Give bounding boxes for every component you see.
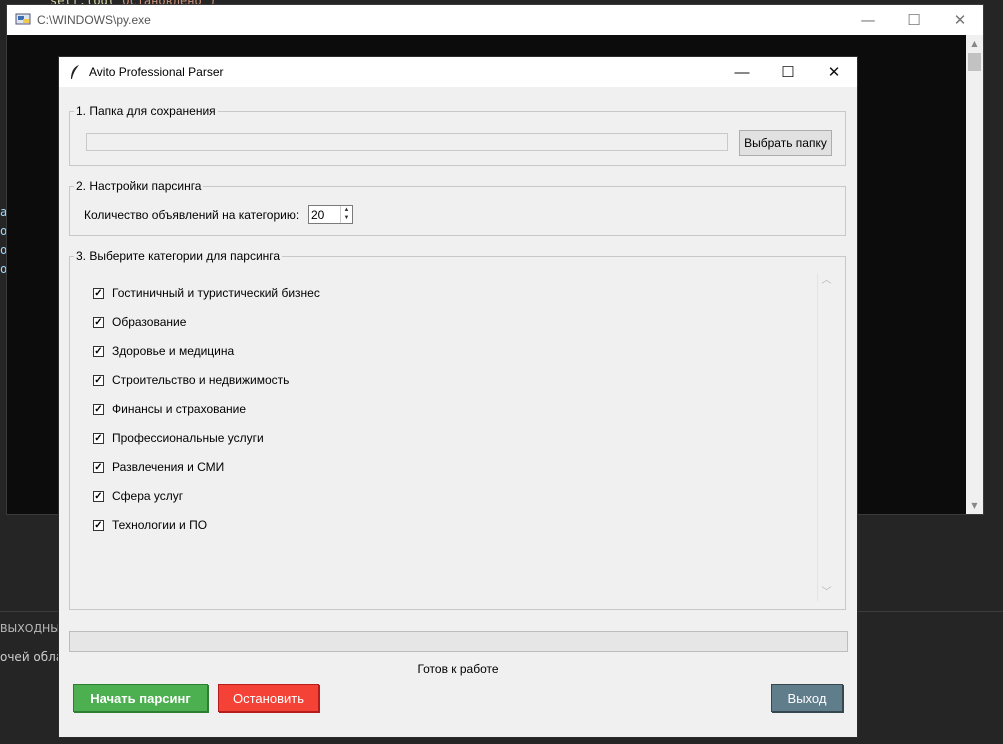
stop-button[interactable]: Остановить [218, 684, 319, 712]
minimize-icon: — [860, 11, 876, 29]
start-parsing-button[interactable]: Начать парсинг [73, 684, 208, 712]
minimize-icon: — [734, 63, 750, 81]
spin-up-icon[interactable]: ▲ [341, 206, 352, 214]
category-item[interactable]: ✓ Технологии и ПО [93, 518, 207, 532]
console-close-button[interactable]: ✕ [937, 5, 983, 35]
category-checkbox[interactable]: ✓ [93, 403, 104, 415]
category-checkbox[interactable]: ✓ [93, 316, 104, 328]
category-label[interactable]: Сфера услуг [112, 489, 183, 503]
close-icon: ✕ [953, 11, 967, 29]
category-item[interactable]: ✓ Образование [93, 315, 186, 329]
status-text: Готов к работе [417, 662, 499, 676]
maximize-icon: ☐ [907, 11, 921, 29]
output-panel-text: очей области [0, 650, 58, 664]
output-panel-title[interactable]: ВЫХОДНЫЕ ДАННЫЕ [0, 622, 58, 635]
settings-section: 2. Настройки парсинга Количество объявле… [69, 179, 846, 236]
category-item[interactable]: ✓ Сфера услуг [93, 489, 183, 503]
category-item[interactable]: ✓ Финансы и страхование [93, 402, 246, 416]
scroll-thumb[interactable] [968, 53, 981, 71]
close-button[interactable]: ✕ [811, 57, 857, 87]
category-label[interactable]: Развлечения и СМИ [112, 460, 224, 474]
browse-folder-button[interactable]: Выбрать папку [739, 130, 832, 156]
chevron-down-icon[interactable]: ﹀ [818, 585, 835, 601]
console-maximize-button[interactable]: ☐ [891, 5, 937, 35]
category-item[interactable]: ✓ Развлечения и СМИ [93, 460, 224, 474]
category-checkbox[interactable]: ✓ [93, 374, 104, 386]
progress-bar [69, 631, 848, 652]
settings-section-legend: 2. Настройки парсинга [74, 179, 204, 193]
parser-window: Avito Professional Parser — ☐ ✕ 1. Папка… [58, 56, 858, 738]
folder-path-input[interactable] [86, 133, 728, 151]
console-scrollbar[interactable]: ▲ ▼ [966, 35, 983, 514]
count-label: Количество объявлений на категорию: [84, 208, 300, 222]
category-label[interactable]: Здоровье и медицина [112, 344, 234, 358]
category-item[interactable]: ✓ Строительство и недвижимость [93, 373, 289, 387]
category-list: ✓ Гостиничный и туристический бизнес ✓ Обра… [70, 257, 845, 609]
category-label[interactable]: Образование [112, 315, 186, 329]
category-checkbox[interactable]: ✓ [93, 432, 104, 444]
feather-icon [71, 65, 79, 79]
python-console-icon [15, 13, 31, 25]
category-checkbox[interactable]: ✓ [93, 461, 104, 473]
category-label[interactable]: Профессиональные услуги [112, 431, 264, 445]
categories-section: 3. Выберите категории для парсинга ✓ Гост… [69, 249, 846, 610]
parser-titlebar[interactable]: Avito Professional Parser — ☐ ✕ [59, 57, 857, 87]
category-item[interactable]: ✓ Здоровье и медицина [93, 344, 234, 358]
folder-section: 1. Папка для сохранения Выбрать папку [69, 104, 846, 166]
maximize-button[interactable]: ☐ [765, 57, 811, 87]
category-label[interactable]: Строительство и недвижимость [112, 373, 289, 387]
category-scrollbar[interactable]: ︿ ﹀ [817, 273, 835, 601]
category-item[interactable]: ✓ Гостиничный и туристический бизнес [93, 286, 320, 300]
spin-arrows[interactable]: ▲ ▼ [340, 206, 352, 223]
chevron-up-icon[interactable]: ︿ [818, 273, 835, 289]
minimize-button[interactable]: — [719, 57, 765, 87]
count-value[interactable]: 20 [311, 208, 324, 222]
spin-down-icon[interactable]: ▼ [341, 214, 352, 222]
scroll-up-icon[interactable]: ▲ [966, 35, 983, 52]
console-titlebar[interactable]: C:\WINDOWS\py.exe — ☐ ✕ [7, 5, 983, 35]
count-spinbox[interactable]: 20 ▲ ▼ [308, 205, 353, 224]
category-label[interactable]: Гостиничный и туристический бизнес [112, 286, 320, 300]
category-label[interactable]: Финансы и страхование [112, 402, 246, 416]
console-title: C:\WINDOWS\py.exe [37, 13, 151, 27]
window-title: Avito Professional Parser [89, 65, 224, 79]
category-checkbox[interactable]: ✓ [93, 345, 104, 357]
category-item[interactable]: ✓ Профессиональные услуги [93, 431, 264, 445]
maximize-icon: ☐ [781, 64, 795, 81]
scroll-down-icon[interactable]: ▼ [966, 497, 983, 514]
exit-button[interactable]: Выход [771, 684, 843, 712]
category-checkbox[interactable]: ✓ [93, 490, 104, 502]
console-minimize-button[interactable]: — [845, 5, 891, 35]
close-icon: ✕ [827, 64, 841, 81]
category-checkbox[interactable]: ✓ [93, 287, 104, 299]
category-checkbox[interactable]: ✓ [93, 519, 104, 531]
folder-section-legend: 1. Папка для сохранения [74, 104, 218, 118]
category-label[interactable]: Технологии и ПО [112, 518, 207, 532]
